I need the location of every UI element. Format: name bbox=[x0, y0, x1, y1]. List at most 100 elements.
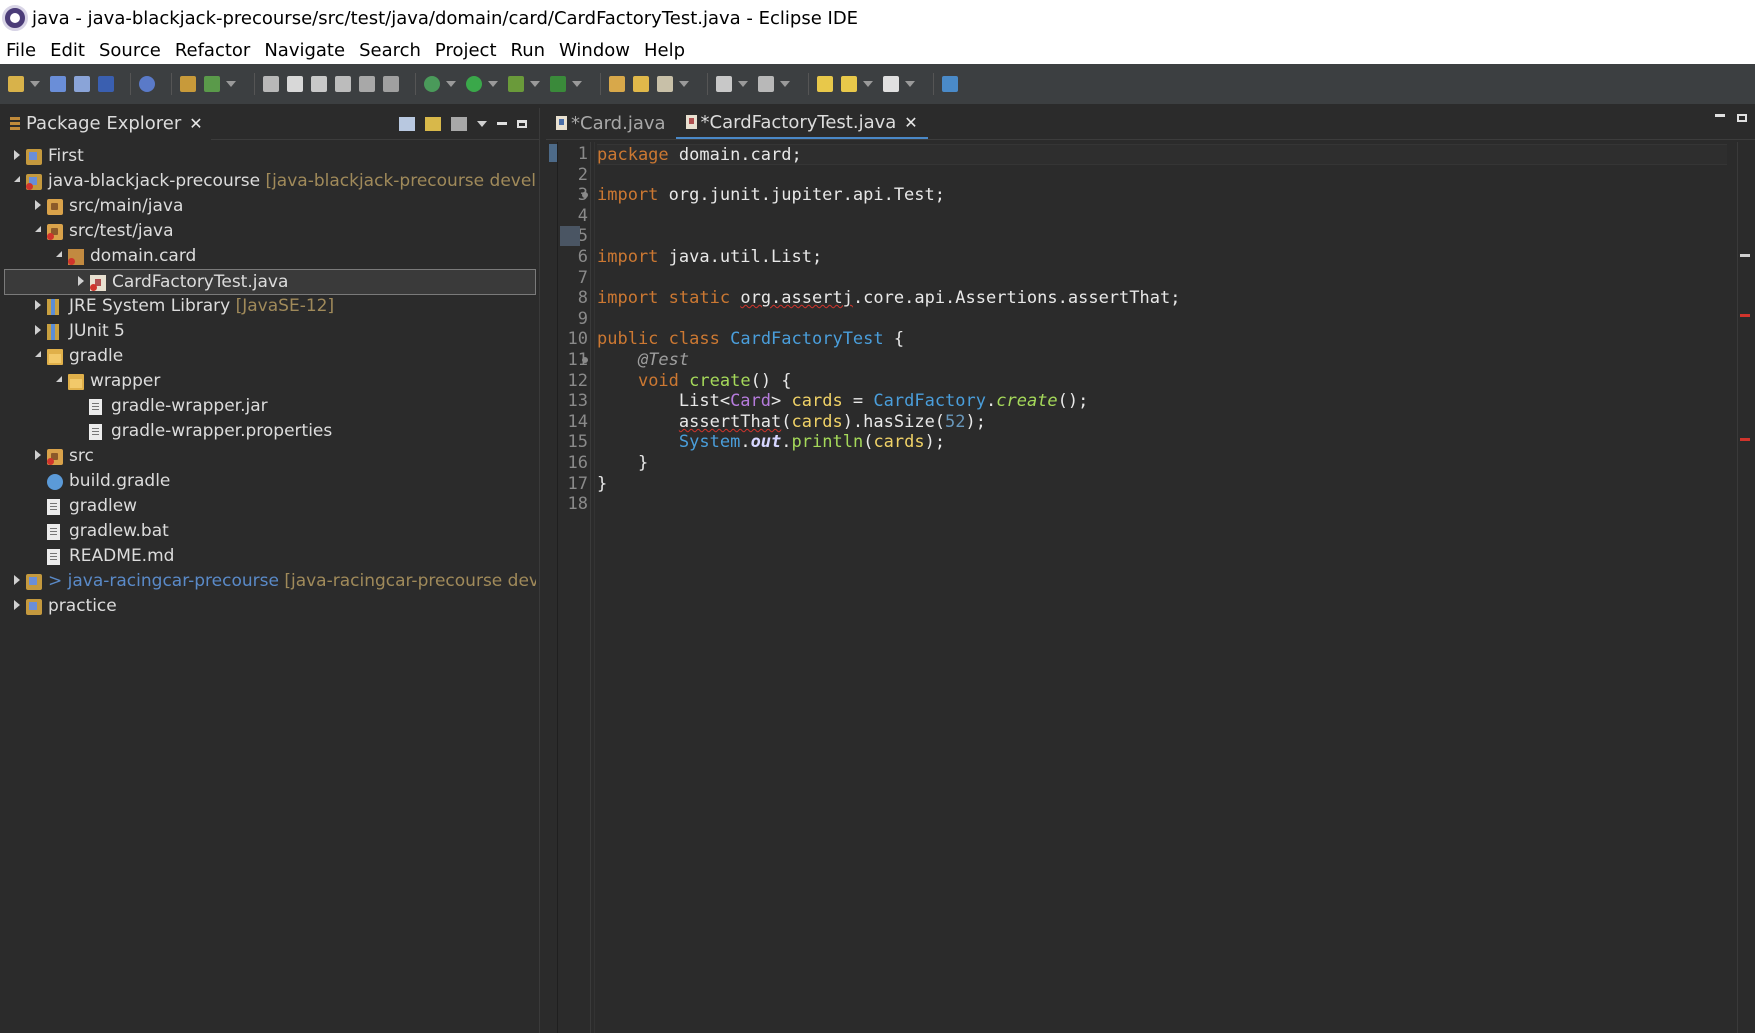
code-line[interactable]: } bbox=[597, 453, 648, 474]
menu-edit[interactable]: Edit bbox=[50, 40, 85, 61]
menu-window[interactable]: Window bbox=[559, 40, 630, 61]
external-tools-dropdown-icon[interactable] bbox=[572, 81, 582, 87]
next-annotation-dropdown-icon[interactable] bbox=[738, 81, 748, 87]
open-task-icon[interactable] bbox=[609, 76, 625, 92]
tree-item[interactable]: wrapper bbox=[4, 369, 536, 395]
debug-dropdown-icon[interactable] bbox=[446, 81, 456, 87]
tree-item[interactable]: practice bbox=[4, 594, 536, 620]
new-icon[interactable] bbox=[8, 76, 24, 92]
tree-item[interactable]: src bbox=[4, 444, 536, 470]
overview-ruler[interactable] bbox=[1737, 142, 1751, 1033]
forward-dropdown-icon[interactable] bbox=[905, 81, 915, 87]
tab-card-java[interactable]: *Card.java bbox=[546, 107, 676, 139]
code-line[interactable]: public class CardFactoryTest { bbox=[597, 329, 904, 350]
menu-help[interactable]: Help bbox=[644, 40, 685, 61]
expand-arrow-icon[interactable] bbox=[14, 575, 20, 585]
focus-icon[interactable] bbox=[451, 116, 467, 131]
overview-warning-marker[interactable] bbox=[1740, 254, 1750, 257]
collapse-all-icon[interactable] bbox=[399, 116, 415, 131]
code-line[interactable]: void create() { bbox=[597, 371, 792, 392]
code-line[interactable]: import java.util.List; bbox=[597, 247, 822, 268]
tree-item[interactable]: gradlew bbox=[4, 494, 536, 520]
tree-item[interactable]: > java-racingcar-precourse [java-racingc… bbox=[4, 569, 536, 595]
menu-source[interactable]: Source bbox=[99, 40, 161, 61]
code-line[interactable]: import org.junit.jupiter.api.Test; bbox=[597, 185, 945, 206]
open-folder-icon[interactable] bbox=[633, 76, 649, 92]
search-icon[interactable] bbox=[311, 76, 327, 92]
tree-item[interactable]: build.gradle bbox=[4, 469, 536, 495]
skip-breakpoints-icon[interactable] bbox=[139, 76, 155, 92]
coverage-dropdown-icon[interactable] bbox=[530, 81, 540, 87]
tree-item[interactable]: src/main/java bbox=[4, 194, 536, 220]
menu-navigate[interactable]: Navigate bbox=[264, 40, 345, 61]
refresh-icon[interactable] bbox=[204, 76, 220, 92]
code-editor[interactable]: package domain.card; import org.junit.jup… bbox=[594, 142, 1727, 1033]
back-icon[interactable] bbox=[841, 76, 857, 92]
menu-file[interactable]: File bbox=[6, 40, 36, 61]
tree-item[interactable]: domain.card bbox=[4, 244, 536, 270]
run-icon[interactable] bbox=[466, 76, 482, 92]
close-tab-icon[interactable]: ✕ bbox=[904, 113, 917, 132]
tree-item[interactable]: gradle-wrapper.properties bbox=[4, 419, 536, 445]
expand-arrow-icon[interactable] bbox=[35, 450, 41, 460]
collapse-arrow-icon[interactable] bbox=[56, 251, 62, 257]
expand-arrow-icon[interactable] bbox=[35, 200, 41, 210]
menu-search[interactable]: Search bbox=[359, 40, 421, 61]
tab-package-explorer[interactable]: Package Explorer ✕ bbox=[4, 107, 211, 140]
forward-icon[interactable] bbox=[883, 76, 899, 92]
vertical-ruler[interactable] bbox=[546, 142, 558, 1033]
next-annotation-icon[interactable] bbox=[716, 76, 732, 92]
expand-arrow-icon[interactable] bbox=[78, 276, 84, 286]
show-whitespace-icon[interactable] bbox=[383, 76, 399, 92]
tree-item[interactable]: First bbox=[4, 144, 536, 170]
tree-item[interactable]: src/test/java bbox=[4, 219, 536, 245]
tree-item[interactable]: JRE System Library [JavaSE-12] bbox=[4, 294, 536, 320]
collapse-arrow-icon[interactable] bbox=[35, 351, 41, 357]
tree-item[interactable]: gradle-wrapper.jar bbox=[4, 394, 536, 420]
collapse-arrow-icon[interactable] bbox=[35, 226, 41, 232]
debug-icon[interactable] bbox=[424, 76, 440, 92]
new-java-project-icon[interactable] bbox=[180, 76, 196, 92]
overview-error-marker[interactable] bbox=[1740, 438, 1750, 441]
link-with-editor-icon[interactable] bbox=[425, 116, 441, 131]
tree-item[interactable]: JUnit 5 bbox=[4, 319, 536, 345]
save-all-icon[interactable] bbox=[74, 76, 90, 92]
minimize-icon[interactable] bbox=[1715, 114, 1725, 117]
run-dropdown-icon[interactable] bbox=[488, 81, 498, 87]
tree-item[interactable]: gradle bbox=[4, 344, 536, 370]
code-line[interactable]: @Test bbox=[597, 350, 689, 371]
tree-item[interactable]: gradlew.bat bbox=[4, 519, 536, 545]
brush-dropdown-icon[interactable] bbox=[679, 81, 689, 87]
expand-arrow-icon[interactable] bbox=[14, 150, 20, 160]
code-line[interactable]: } bbox=[597, 474, 607, 495]
code-line[interactable]: import static org.assertj.core.api.Asser… bbox=[597, 288, 1180, 309]
perspective-icon[interactable] bbox=[942, 76, 958, 92]
menu-run[interactable]: Run bbox=[511, 40, 546, 61]
external-tools-icon[interactable] bbox=[550, 76, 566, 92]
tab-cardfactorytest-java[interactable]: *CardFactoryTest.java ✕ bbox=[675, 107, 928, 139]
tree-item[interactable]: java-blackjack-precourse [java-blackjack… bbox=[4, 169, 536, 195]
tree-item[interactable]: README.md bbox=[4, 544, 536, 570]
code-line[interactable]: assertThat(cards).hasSize(52); bbox=[597, 412, 986, 433]
last-edit-icon[interactable] bbox=[817, 76, 833, 92]
open-type-icon[interactable] bbox=[263, 76, 279, 92]
pen-icon[interactable] bbox=[287, 76, 303, 92]
tree-item[interactable]: CardFactoryTest.java bbox=[4, 269, 536, 295]
maximize-icon[interactable] bbox=[1737, 114, 1747, 122]
terminal-icon[interactable] bbox=[98, 76, 114, 92]
code-line[interactable]: package domain.card; bbox=[597, 144, 1727, 165]
expand-arrow-icon[interactable] bbox=[14, 600, 20, 610]
brush-icon[interactable] bbox=[657, 76, 673, 92]
new-dropdown-icon[interactable] bbox=[30, 81, 40, 87]
view-menu-icon[interactable] bbox=[477, 120, 487, 127]
code-line[interactable]: List<Card> cards = CardFactory.create(); bbox=[597, 391, 1089, 412]
toggle-mark-icon[interactable] bbox=[335, 76, 351, 92]
expand-arrow-icon[interactable] bbox=[35, 325, 41, 335]
close-icon[interactable]: ✕ bbox=[189, 114, 202, 134]
collapse-arrow-icon[interactable] bbox=[56, 376, 62, 382]
block-select-icon[interactable] bbox=[359, 76, 375, 92]
menu-project[interactable]: Project bbox=[435, 40, 497, 61]
minimize-icon[interactable] bbox=[497, 122, 507, 125]
maximize-icon[interactable] bbox=[517, 119, 527, 128]
save-icon[interactable] bbox=[50, 76, 66, 92]
